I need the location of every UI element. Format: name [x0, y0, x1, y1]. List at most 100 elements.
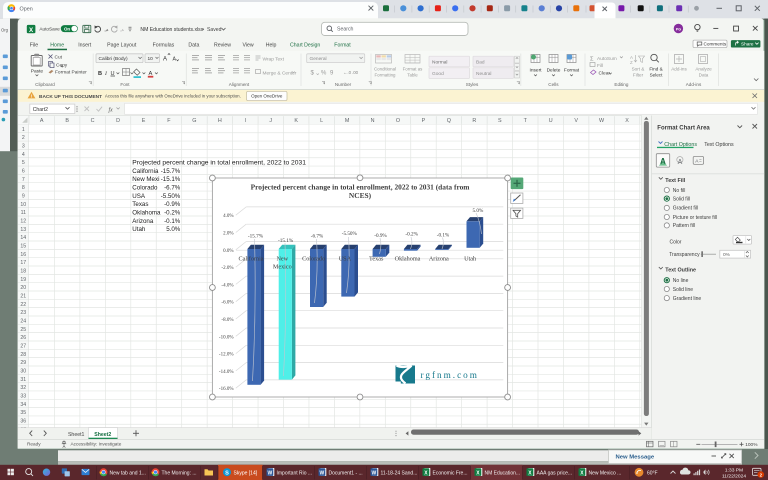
svg-text:Projected percent change in to: Projected percent change in total enroll…: [132, 160, 306, 167]
svg-text:New Message: New Message: [616, 455, 655, 461]
svg-text:Number: Number: [335, 82, 352, 87]
svg-text:J: J: [269, 118, 272, 124]
svg-text:Oklahoma: Oklahoma: [395, 256, 421, 263]
svg-text:0%: 0%: [723, 252, 731, 258]
svg-text:Find &: Find &: [649, 66, 662, 71]
svg-text:Comments: Comments: [704, 41, 727, 46]
svg-text:BACK UP THIS DOCUMENT: BACK UP THIS DOCUMENT: [39, 94, 102, 100]
svg-text:17: 17: [20, 260, 26, 266]
svg-text:Cells: Cells: [548, 82, 559, 87]
svg-text:Texas: Texas: [132, 201, 148, 208]
svg-text:27: 27: [20, 343, 26, 349]
svg-text:Normal: Normal: [432, 59, 447, 65]
svg-text:-15.7%: -15.7%: [248, 234, 264, 240]
svg-text:Org: Org: [1, 28, 9, 33]
svg-text:2.0%: 2.0%: [223, 232, 233, 237]
svg-text:Add-ins: Add-ins: [686, 82, 702, 87]
svg-text:A: A: [163, 57, 167, 63]
svg-text:Color: Color: [670, 239, 682, 245]
svg-text:0.0%: 0.0%: [223, 249, 233, 254]
svg-text:Review: Review: [214, 43, 231, 49]
svg-text:Insert: Insert: [530, 67, 543, 73]
svg-text:Sheet2: Sheet2: [94, 432, 111, 438]
svg-text:Good: Good: [432, 71, 444, 77]
svg-text:-15.1%: -15.1%: [278, 238, 294, 244]
svg-text:P: P: [422, 118, 426, 124]
svg-text:Search: Search: [337, 27, 354, 33]
svg-text:rgfnm.com: rgfnm.com: [421, 370, 479, 380]
svg-text:New: New: [276, 256, 288, 263]
svg-text:1:33 PM: 1:33 PM: [725, 468, 743, 474]
svg-text:-0.9%: -0.9%: [374, 233, 387, 239]
svg-text:Clear: Clear: [599, 70, 611, 76]
svg-text:Picture or texture fill: Picture or texture fill: [673, 215, 717, 221]
svg-text:29: 29: [20, 360, 26, 366]
svg-text:-15.7%: -15.7%: [161, 168, 181, 175]
svg-text:California: California: [238, 256, 263, 263]
svg-text:No fill: No fill: [673, 188, 686, 194]
svg-text:R: R: [472, 118, 476, 124]
svg-text:E: E: [142, 118, 146, 124]
svg-text:18: 18: [20, 269, 26, 275]
svg-text:16: 16: [20, 252, 26, 258]
svg-text:-0.1%: -0.1%: [437, 232, 450, 238]
svg-text:.00: .00: [352, 70, 359, 75]
svg-text:B: B: [98, 71, 102, 77]
svg-text:Fill: Fill: [597, 63, 603, 69]
svg-text:Colorado: Colorado: [132, 185, 158, 192]
svg-text:A: A: [173, 57, 177, 63]
svg-text:File: File: [30, 43, 38, 49]
svg-text:7: 7: [22, 177, 25, 183]
svg-text:Saved: Saved: [207, 27, 222, 33]
svg-text:Oklahoma: Oklahoma: [132, 210, 161, 217]
svg-text:6: 6: [22, 169, 25, 175]
svg-text:PG: PG: [676, 27, 681, 31]
svg-text:Mexico: Mexico: [273, 263, 292, 270]
svg-text:11: 11: [21, 210, 26, 216]
svg-text:28: 28: [20, 352, 26, 358]
svg-text:-0.9%: -0.9%: [164, 201, 181, 208]
svg-text:19: 19: [20, 277, 26, 283]
svg-text:Format: Format: [334, 43, 351, 49]
svg-text:1: 1: [22, 127, 25, 133]
svg-text:35: 35: [20, 410, 26, 416]
svg-text:22: 22: [20, 302, 26, 308]
svg-text:Colorado: Colorado: [302, 256, 325, 263]
svg-text:Format Chart Area: Format Chart Area: [657, 125, 710, 131]
svg-text:Open OneDrive: Open OneDrive: [251, 94, 283, 99]
svg-text:Utah: Utah: [464, 256, 477, 263]
svg-text:Sort &: Sort &: [632, 66, 645, 71]
svg-text:Styles: Styles: [466, 82, 479, 87]
svg-text:NCES): NCES): [349, 191, 372, 200]
svg-text:H: H: [218, 118, 222, 124]
svg-text:%: %: [321, 71, 327, 77]
svg-text:View: View: [243, 43, 254, 49]
svg-text:W: W: [372, 470, 377, 476]
svg-text:Font: Font: [120, 82, 130, 87]
svg-text:X: X: [625, 118, 629, 124]
svg-text:3: 3: [22, 144, 25, 150]
svg-text:Merge & Center: Merge & Center: [263, 70, 297, 76]
svg-text:Accessibility: Investigate: Accessibility: Investigate: [71, 442, 122, 447]
svg-text:USA: USA: [339, 256, 352, 263]
svg-text:5.0%: 5.0%: [166, 226, 181, 233]
svg-text:New Mexico ...: New Mexico ...: [589, 470, 622, 476]
svg-text:-0.1%: -0.1%: [164, 218, 181, 225]
svg-text:Clipboard: Clipboard: [35, 82, 55, 87]
svg-text:-2.0%: -2.0%: [221, 266, 233, 271]
svg-text:Open: Open: [20, 7, 33, 13]
svg-text:13: 13: [20, 227, 26, 233]
svg-text:Gradient line: Gradient line: [673, 296, 702, 302]
svg-text:-15.1%: -15.1%: [161, 176, 181, 183]
svg-text:Select: Select: [650, 72, 663, 77]
svg-text:-6.7%: -6.7%: [311, 233, 324, 239]
svg-text:NM Education students.xlsx: NM Education students.xlsx: [140, 27, 203, 33]
svg-text:5: 5: [22, 160, 25, 166]
svg-text:W: W: [268, 470, 273, 476]
svg-text:AutoSum: AutoSum: [597, 56, 617, 62]
svg-text:10: 10: [20, 202, 26, 208]
svg-text:Economic Fre...: Economic Fre...: [433, 470, 468, 476]
svg-text:Sheet1: Sheet1: [68, 432, 85, 438]
svg-text:W: W: [320, 470, 325, 476]
svg-text:-0.2%: -0.2%: [405, 232, 418, 238]
